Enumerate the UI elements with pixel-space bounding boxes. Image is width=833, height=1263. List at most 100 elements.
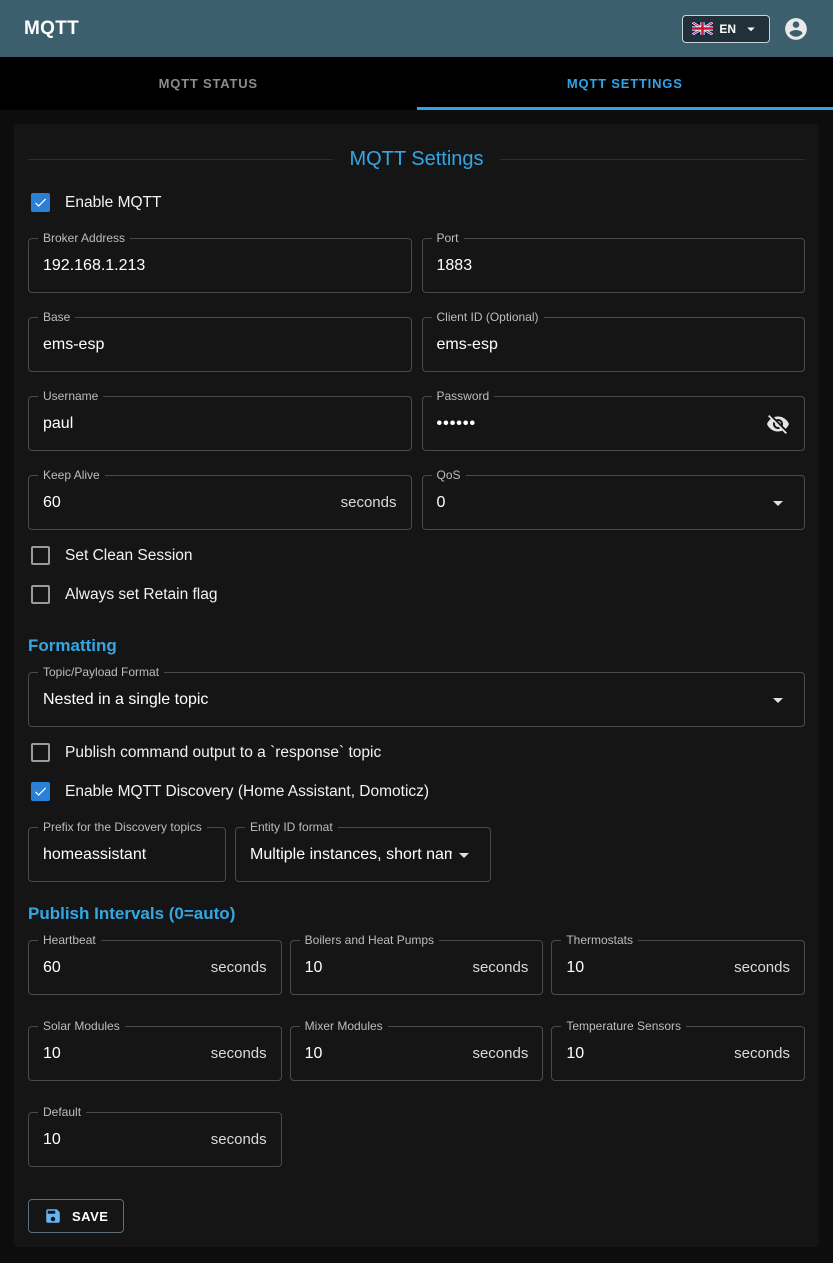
formatting-heading: Formatting (28, 636, 805, 656)
qos-select[interactable]: QoS 0 (422, 475, 806, 530)
default-label: Default (38, 1105, 86, 1119)
settings-card: MQTT Settings Enable MQTT Broker Address… (14, 124, 819, 1247)
account-button[interactable] (783, 16, 809, 42)
solar-suffix: seconds (211, 1045, 267, 1062)
broker-address-label: Broker Address (38, 231, 130, 245)
broker-settings-grid: Broker Address 192.168.1.213 Port 1883 B… (28, 238, 805, 530)
app-bar: MQTT EN (0, 0, 833, 57)
retain-flag-checkbox-row[interactable]: Always set Retain flag (28, 575, 805, 614)
dropdown-arrow-icon (766, 688, 790, 712)
base-value: ems-esp (43, 336, 397, 354)
enable-mqtt-checkbox[interactable] (31, 193, 50, 212)
solar-label: Solar Modules (38, 1019, 125, 1033)
default-interval-field[interactable]: Default 10 seconds (28, 1112, 282, 1167)
boilers-suffix: seconds (472, 959, 528, 976)
solar-interval-field[interactable]: Solar Modules 10 seconds (28, 1026, 282, 1081)
username-label: Username (38, 389, 103, 403)
page-title: MQTT Settings (28, 148, 805, 171)
broker-address-field[interactable]: Broker Address 192.168.1.213 (28, 238, 412, 293)
mixer-label: Mixer Modules (300, 1019, 388, 1033)
publish-intervals-heading: Publish Intervals (0=auto) (28, 904, 805, 924)
default-value: 10 (43, 1131, 203, 1149)
keep-alive-label: Keep Alive (38, 468, 105, 482)
username-field[interactable]: Username paul (28, 396, 412, 451)
heartbeat-value: 60 (43, 959, 203, 977)
temperature-interval-field[interactable]: Temperature Sensors 10 seconds (551, 1026, 805, 1081)
publish-response-checkbox[interactable] (31, 743, 50, 762)
tab-mqtt-status[interactable]: MQTT STATUS (0, 57, 417, 110)
base-label: Base (38, 310, 75, 324)
keep-alive-field[interactable]: Keep Alive 60 seconds (28, 475, 412, 530)
check-icon (33, 783, 48, 800)
uk-flag-icon (692, 22, 713, 35)
thermostats-label: Thermostats (561, 933, 638, 947)
mixer-interval-field[interactable]: Mixer Modules 10 seconds (290, 1026, 544, 1081)
port-field[interactable]: Port 1883 (422, 238, 806, 293)
client-id-value: ems-esp (437, 336, 791, 354)
topic-format-select[interactable]: Topic/Payload Format Nested in a single … (28, 672, 805, 727)
mixer-suffix: seconds (472, 1045, 528, 1062)
mixer-value: 10 (305, 1045, 465, 1063)
save-icon (44, 1207, 62, 1225)
discovery-checkbox-row[interactable]: Enable MQTT Discovery (Home Assistant, D… (28, 772, 805, 811)
client-id-label: Client ID (Optional) (432, 310, 544, 324)
temperature-value: 10 (566, 1045, 726, 1063)
save-button-label: SAVE (72, 1209, 108, 1224)
password-field[interactable]: Password •••••• (422, 396, 806, 451)
discovery-checkbox[interactable] (31, 782, 50, 801)
discovery-prefix-field[interactable]: Prefix for the Discovery topics homeassi… (28, 827, 226, 882)
publish-response-checkbox-row[interactable]: Publish command output to a `response` t… (28, 733, 805, 772)
thermostats-suffix: seconds (734, 959, 790, 976)
clean-session-label: Set Clean Session (65, 547, 193, 565)
account-circle-icon (783, 16, 809, 42)
heartbeat-label: Heartbeat (38, 933, 101, 947)
toggle-password-visibility-button[interactable] (766, 412, 790, 436)
broker-address-value: 192.168.1.213 (43, 257, 397, 275)
chevron-down-icon (742, 20, 760, 38)
topic-format-label: Topic/Payload Format (38, 665, 164, 679)
discovery-settings-grid: Prefix for the Discovery topics homeassi… (28, 827, 805, 882)
clean-session-checkbox-row[interactable]: Set Clean Session (28, 536, 805, 575)
client-id-field[interactable]: Client ID (Optional) ems-esp (422, 317, 806, 372)
boilers-label: Boilers and Heat Pumps (300, 933, 439, 947)
topic-format-row: Topic/Payload Format Nested in a single … (28, 672, 805, 727)
entity-id-format-select[interactable]: Entity ID format Multiple instances, sho… (235, 827, 491, 882)
solar-value: 10 (43, 1045, 203, 1063)
tab-mqtt-settings[interactable]: MQTT SETTINGS (417, 57, 833, 110)
keep-alive-value: 60 (43, 494, 333, 512)
clean-session-checkbox[interactable] (31, 546, 50, 565)
password-label: Password (432, 389, 495, 403)
password-value: •••••• (437, 415, 759, 433)
default-suffix: seconds (211, 1131, 267, 1148)
port-value: 1883 (437, 257, 791, 275)
base-field[interactable]: Base ems-esp (28, 317, 412, 372)
app-bar-actions: EN (682, 15, 809, 43)
topic-format-value: Nested in a single topic (43, 691, 766, 709)
port-label: Port (432, 231, 464, 245)
thermostats-interval-field[interactable]: Thermostats 10 seconds (551, 940, 805, 995)
boilers-interval-field[interactable]: Boilers and Heat Pumps 10 seconds (290, 940, 544, 995)
heartbeat-interval-field[interactable]: Heartbeat 60 seconds (28, 940, 282, 995)
qos-label: QoS (432, 468, 466, 482)
temperature-suffix: seconds (734, 1045, 790, 1062)
save-button[interactable]: SAVE (28, 1199, 124, 1233)
publish-intervals-grid: Heartbeat 60 seconds Boilers and Heat Pu… (28, 940, 805, 1167)
entity-id-format-value: Multiple instances, short name (250, 846, 452, 864)
temperature-label: Temperature Sensors (561, 1019, 686, 1033)
discovery-prefix-value: homeassistant (43, 846, 211, 864)
enable-mqtt-label: Enable MQTT (65, 194, 161, 212)
app-title: MQTT (24, 18, 79, 40)
boilers-value: 10 (305, 959, 465, 977)
heartbeat-suffix: seconds (211, 959, 267, 976)
publish-response-label: Publish command output to a `response` t… (65, 744, 381, 762)
visibility-off-icon (766, 412, 790, 436)
language-selector-button[interactable]: EN (682, 15, 770, 43)
dropdown-arrow-icon (766, 491, 790, 515)
enable-mqtt-checkbox-row[interactable]: Enable MQTT (28, 183, 805, 222)
discovery-label: Enable MQTT Discovery (Home Assistant, D… (65, 783, 429, 801)
tab-bar: MQTT STATUS MQTT SETTINGS (0, 57, 833, 110)
main-content: MQTT Settings Enable MQTT Broker Address… (0, 110, 833, 1261)
entity-id-format-label: Entity ID format (245, 820, 338, 834)
language-label: EN (719, 22, 736, 36)
retain-flag-checkbox[interactable] (31, 585, 50, 604)
